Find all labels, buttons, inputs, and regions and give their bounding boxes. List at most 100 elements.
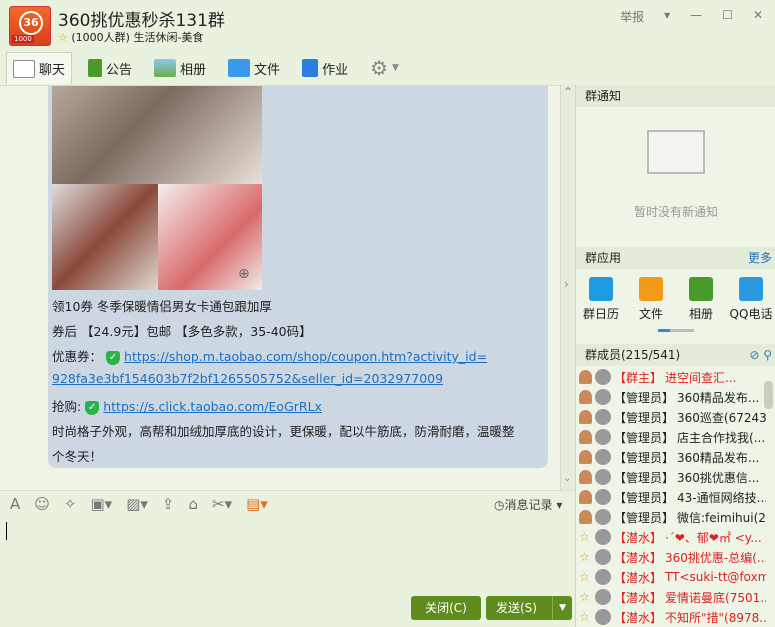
member-item[interactable]: 【管理员】360巡查(67243... xyxy=(576,407,766,427)
member-item[interactable]: 【管理员】 360精品发布... xyxy=(576,447,766,467)
member-item[interactable]: 【管理员】 店主合作找我(... xyxy=(576,427,766,447)
tab-label: 相册 xyxy=(180,62,207,78)
message-history-button[interactable]: ◷消息记录 ▾ xyxy=(494,496,562,513)
tab-homework[interactable]: 作业 xyxy=(296,52,354,84)
tab-label: 作业 xyxy=(322,62,349,78)
report-button[interactable]: 举报 xyxy=(620,8,644,25)
apps-title: 群应用 更多 xyxy=(576,247,775,269)
more-apps-link[interactable]: 更多 xyxy=(748,247,772,269)
member-item[interactable]: ☆ 【潜水】 不知所"措"(8978... xyxy=(576,607,766,627)
minimize-button[interactable]: — xyxy=(690,8,702,25)
announcement-icon xyxy=(88,59,103,77)
member-role: 【管理员】 xyxy=(614,470,675,485)
avatar xyxy=(595,389,611,405)
member-item[interactable]: 【管理员】微信:feimihui(2... xyxy=(576,507,766,527)
star-icon: ☆ xyxy=(58,31,68,44)
phone-icon xyxy=(739,277,763,301)
member-item[interactable]: ☆ 【潜水】 360挑优惠-总编(... xyxy=(576,547,766,567)
maximize-button[interactable]: ☐ xyxy=(722,8,733,25)
app-calendar[interactable]: 群日历 xyxy=(576,277,626,322)
app-qq-phone[interactable]: QQ电话 xyxy=(726,277,775,322)
user-icon: ☆ xyxy=(579,570,590,584)
members-count: 群成员(215/541) xyxy=(585,348,681,362)
notice-board-icon xyxy=(647,130,705,174)
menu-button[interactable]: ▾ xyxy=(664,8,670,25)
member-name: 进空间查汇... xyxy=(665,370,737,385)
member-item[interactable]: 【群主】 进空间查汇... xyxy=(576,367,766,387)
upload-icon[interactable]: ⇪ xyxy=(162,495,175,513)
send-label: 发送(S) xyxy=(496,601,537,615)
chevron-down-icon: ▼ xyxy=(392,63,399,73)
member-name: 微信:feimihui(2... xyxy=(677,510,766,525)
member-item[interactable]: 【管理员】 43-通恒网络技... xyxy=(576,487,766,507)
font-icon[interactable]: A xyxy=(10,495,20,513)
settings-button[interactable]: ⚙ ▼ xyxy=(364,52,405,84)
chevron-down-icon[interactable]: ⌄ xyxy=(563,473,571,484)
magic-wand-icon[interactable]: ✧ xyxy=(64,495,77,513)
avatar xyxy=(595,609,611,625)
sidebar-collapse-strip[interactable]: ⌃ › ⌄ xyxy=(560,85,575,490)
member-name: TT<suki-tt@foxm... xyxy=(665,570,766,584)
product-image[interactable] xyxy=(52,184,158,290)
folder-icon xyxy=(639,277,663,301)
image-icon[interactable]: ▨▾ xyxy=(126,495,148,513)
tab-chat[interactable]: 聊天 xyxy=(6,52,73,84)
chevron-right-icon[interactable]: › xyxy=(564,277,569,291)
message-line: 券后 【24.9元】包邮 【多色多款，35-40码】 xyxy=(52,324,312,339)
user-icon xyxy=(579,470,592,484)
text-cursor xyxy=(6,522,7,540)
message-line: 个冬天！ xyxy=(52,449,103,464)
buy-label: 抢购: xyxy=(52,399,82,414)
gift-icon[interactable]: ⌂ xyxy=(188,495,198,513)
member-item[interactable]: 【管理员】 360挑优惠信... xyxy=(576,467,766,487)
member-item[interactable]: 【管理员】 360精品发布... xyxy=(576,387,766,407)
avatar xyxy=(595,469,611,485)
logo-badge: 1000 xyxy=(12,35,34,43)
user-icon xyxy=(579,370,592,384)
app-album[interactable]: 相册 xyxy=(676,277,726,322)
send-button[interactable]: 发送(S) ▼ xyxy=(486,596,572,620)
group-avatar[interactable]: 36 1000 xyxy=(9,6,51,46)
red-packet-icon[interactable]: ▤▾ xyxy=(246,495,268,513)
member-role: 【管理员】 xyxy=(614,390,675,405)
notice-title: 群通知 xyxy=(576,85,775,107)
user-icon: ☆ xyxy=(579,530,590,544)
tab-announcement[interactable]: 公告 xyxy=(82,52,138,84)
tab-files[interactable]: 文件 xyxy=(222,52,286,84)
avatar xyxy=(595,369,611,385)
user-icon xyxy=(579,490,592,504)
coupon-link[interactable]: 928fa3e3bf154603b7f2bf1265505752&seller_… xyxy=(52,371,443,386)
close-chat-button[interactable]: 关闭(C) xyxy=(411,596,481,620)
scrollbar-thumb[interactable] xyxy=(764,381,773,409)
tab-label: 文件 xyxy=(254,62,281,78)
collapse-up-icon[interactable]: ⌃ xyxy=(561,85,575,99)
member-item[interactable]: ☆ 【潜水】TT<suki-tt@foxm... xyxy=(576,567,766,587)
history-label: 消息记录 xyxy=(504,498,553,512)
send-options-dropdown[interactable]: ▼ xyxy=(552,596,566,620)
app-files[interactable]: 文件 xyxy=(626,277,676,322)
member-name: 360挑优惠信... xyxy=(677,470,760,485)
emoji-icon[interactable]: ☺ xyxy=(34,495,50,513)
zoom-in-icon[interactable]: ⊕ xyxy=(238,266,250,282)
group-subtitle: ☆ (1000人群) 生活休闲-美食 xyxy=(58,29,203,45)
members-title: 群成员(215/541) ⊘ ⚲ xyxy=(576,344,775,366)
sticker-icon[interactable]: ▣▾ xyxy=(90,495,112,513)
screenshot-scissors-icon[interactable]: ✂▾ xyxy=(212,495,232,513)
avatar xyxy=(595,429,611,445)
search-icon[interactable]: ⊘ ⚲ xyxy=(749,344,772,366)
product-image[interactable] xyxy=(52,86,262,184)
tab-album[interactable]: 相册 xyxy=(148,52,212,84)
tab-label: 公告 xyxy=(106,62,133,78)
avatar xyxy=(595,589,611,605)
message-line: 领10券 冬季保暖情侣男女卡通包跟加厚 xyxy=(52,299,272,314)
user-icon xyxy=(579,430,592,444)
app-label: 群日历 xyxy=(582,307,619,321)
page-indicator[interactable] xyxy=(658,329,694,332)
message-input[interactable] xyxy=(0,516,575,592)
buy-link[interactable]: https://s.click.taobao.com/EoGrRLx xyxy=(103,399,322,414)
member-item[interactable]: ☆ 【潜水】 爱情诺曼底(7501... xyxy=(576,587,766,607)
coupon-link[interactable]: https://shop.m.taobao.com/shop/coupon.ht… xyxy=(124,349,487,364)
close-button[interactable]: ✕ xyxy=(753,8,763,25)
logo-text: 36 xyxy=(19,11,43,35)
member-item[interactable]: ☆ 【潜水】 ·´❤、郁❤㎡ <y... xyxy=(576,527,766,547)
